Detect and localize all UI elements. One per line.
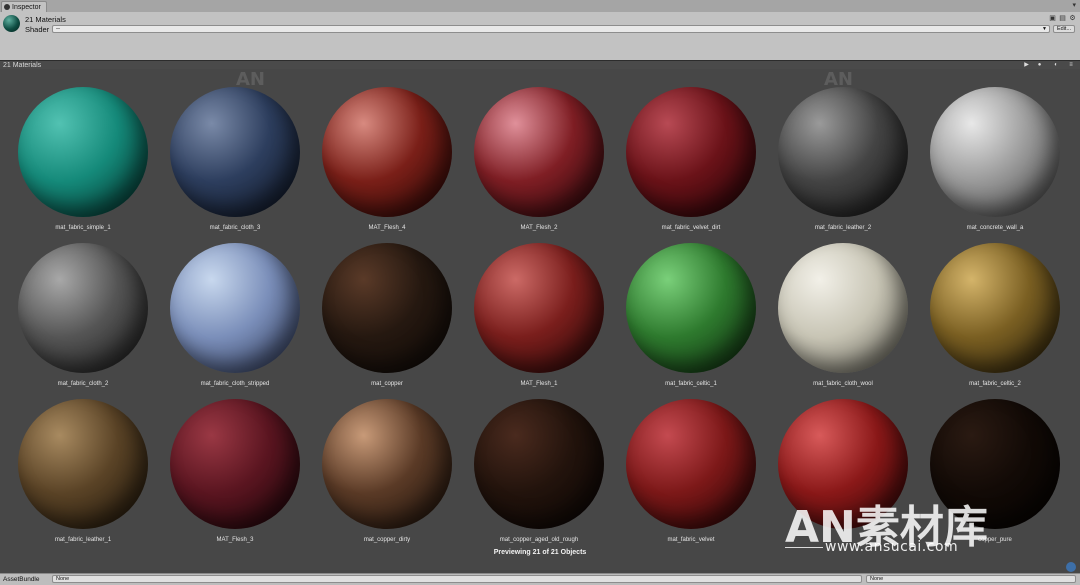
material-sphere — [626, 399, 756, 529]
tab-label: Inspector — [12, 3, 41, 11]
preset-icon[interactable]: ▤ — [1059, 15, 1066, 22]
material-item[interactable]: mat_fabric_simple_1 — [7, 87, 159, 243]
material-label: MAT_Flesh_1 — [520, 381, 558, 387]
material-item[interactable]: MAT_Flesh_4 — [311, 87, 463, 243]
material-label: mat_fabric_celtic_1 — [665, 381, 717, 387]
material-item[interactable]: mat_fabric_celtic_2 — [919, 243, 1071, 399]
material-sphere — [474, 87, 604, 217]
chevron-down-icon: ▼ — [1042, 26, 1047, 32]
material-label: mat_copper — [371, 381, 403, 387]
material-item[interactable]: mat_fabric_cloth_3 — [159, 87, 311, 243]
gear-icon[interactable]: ⚙ — [1069, 15, 1076, 22]
material-label: mat_fabric_cloth_stripped — [200, 381, 270, 387]
material-preview-icon — [3, 15, 20, 32]
asset-bundle-bar: AssetBundle None None — [0, 573, 1080, 585]
asset-bundle-icon[interactable] — [1066, 562, 1076, 572]
material-item[interactable]: mat_concrete_wall_a — [919, 87, 1071, 243]
shader-label: Shader — [25, 25, 50, 34]
material-sphere — [170, 87, 300, 217]
material-item[interactable]: mat_fabric_leather_1 — [7, 399, 159, 555]
material-label: mat_fabric_cloth_3 — [209, 225, 261, 231]
play-icon[interactable]: ▶ — [1022, 62, 1031, 69]
material-item[interactable]: mat_fabric_celtic_1 — [615, 243, 767, 399]
material-sphere — [778, 87, 908, 217]
material-sphere — [322, 399, 452, 529]
material-sphere — [930, 243, 1060, 373]
material-sphere — [322, 243, 452, 373]
watermark-divider — [785, 547, 823, 548]
material-item[interactable]: mat_fabric_cloth_stripped — [159, 243, 311, 399]
material-item[interactable]: mat_copper_dirty — [311, 399, 463, 555]
material-preview-area: AN AN mat_fabric_simple_1 mat_fabric_clot… — [0, 69, 1080, 573]
book-icon[interactable]: ▣ — [1049, 15, 1056, 22]
material-sphere — [18, 243, 148, 373]
material-item[interactable]: mat_copper — [311, 243, 463, 399]
asset-bundle-dropdown[interactable]: None — [52, 575, 862, 583]
material-label: MAT_Flesh_4 — [368, 225, 406, 231]
menu-icon[interactable]: ≡ — [1066, 62, 1076, 69]
shader-value: -- — [56, 26, 60, 32]
info-icon — [4, 4, 10, 10]
material-sphere — [322, 87, 452, 217]
material-sphere — [626, 87, 756, 217]
asset-bundle-label: AssetBundle — [3, 576, 40, 583]
material-label: MAT_Flesh_3 — [216, 537, 254, 543]
material-label: mat_fabric_simple_1 — [55, 225, 111, 231]
material-label: mat_fabric_leather_1 — [54, 537, 112, 543]
material-sphere — [474, 243, 604, 373]
light-toggle-icon[interactable]: ◐ — [1049, 62, 1063, 69]
material-item[interactable]: mat_fabric_velvet_dirt — [615, 87, 767, 243]
material-label: mat_fabric_velvet_dirt — [661, 225, 721, 231]
material-item[interactable]: mat_fabric_cloth_wool — [767, 243, 919, 399]
material-label: mat_copper_dirty — [363, 537, 411, 543]
material-label: mat_concrete_wall_a — [966, 225, 1024, 231]
material-label: mat_fabric_cloth_wool — [813, 381, 873, 387]
material-label: mat_fabric_velvet — [667, 537, 715, 543]
watermark-url: www.ansucai.com — [825, 539, 959, 555]
material-sphere — [626, 243, 756, 373]
material-label: mat_fabric_leather_2 — [814, 225, 872, 231]
edit-shader-button[interactable]: Edit... — [1053, 25, 1075, 33]
material-label: mat_fabric_cloth_2 — [57, 381, 109, 387]
asset-variant-dropdown[interactable]: None — [866, 575, 1076, 583]
inspector-header: 21 Materials Shader -- ▼ Edit... ▣ ▤ ⚙ — [0, 12, 1080, 60]
material-sphere — [18, 87, 148, 217]
window-menu-icon[interactable]: ▾ — [1072, 1, 1076, 9]
material-sphere — [170, 243, 300, 373]
material-item[interactable]: mat_fabric_cloth_2 — [7, 243, 159, 399]
material-item[interactable]: MAT_Flesh_2 — [463, 87, 615, 243]
material-item[interactable]: mat_fabric_velvet — [615, 399, 767, 555]
tab-inspector[interactable]: Inspector — [1, 1, 47, 12]
material-label: mat_fabric_celtic_2 — [969, 381, 1021, 387]
header-title: 21 Materials — [25, 15, 66, 24]
material-item[interactable]: mat_copper_aged_old_rough — [463, 399, 615, 555]
material-sphere — [474, 399, 604, 529]
material-item[interactable]: mat_fabric_leather_2 — [767, 87, 919, 243]
material-item[interactable]: MAT_Flesh_1 — [463, 243, 615, 399]
material-sphere — [930, 87, 1060, 217]
watermark: AN素材库 www.ansucai.com — [785, 491, 1025, 561]
material-sphere — [778, 243, 908, 373]
shader-dropdown[interactable]: -- ▼ — [52, 25, 1050, 33]
sphere-icon[interactable]: ● — [1035, 62, 1044, 69]
material-label: MAT_Flesh_2 — [520, 225, 558, 231]
material-sphere — [170, 399, 300, 529]
material-sphere — [18, 399, 148, 529]
material-label: mat_copper_aged_old_rough — [499, 537, 579, 543]
material-item[interactable]: MAT_Flesh_3 — [159, 399, 311, 555]
